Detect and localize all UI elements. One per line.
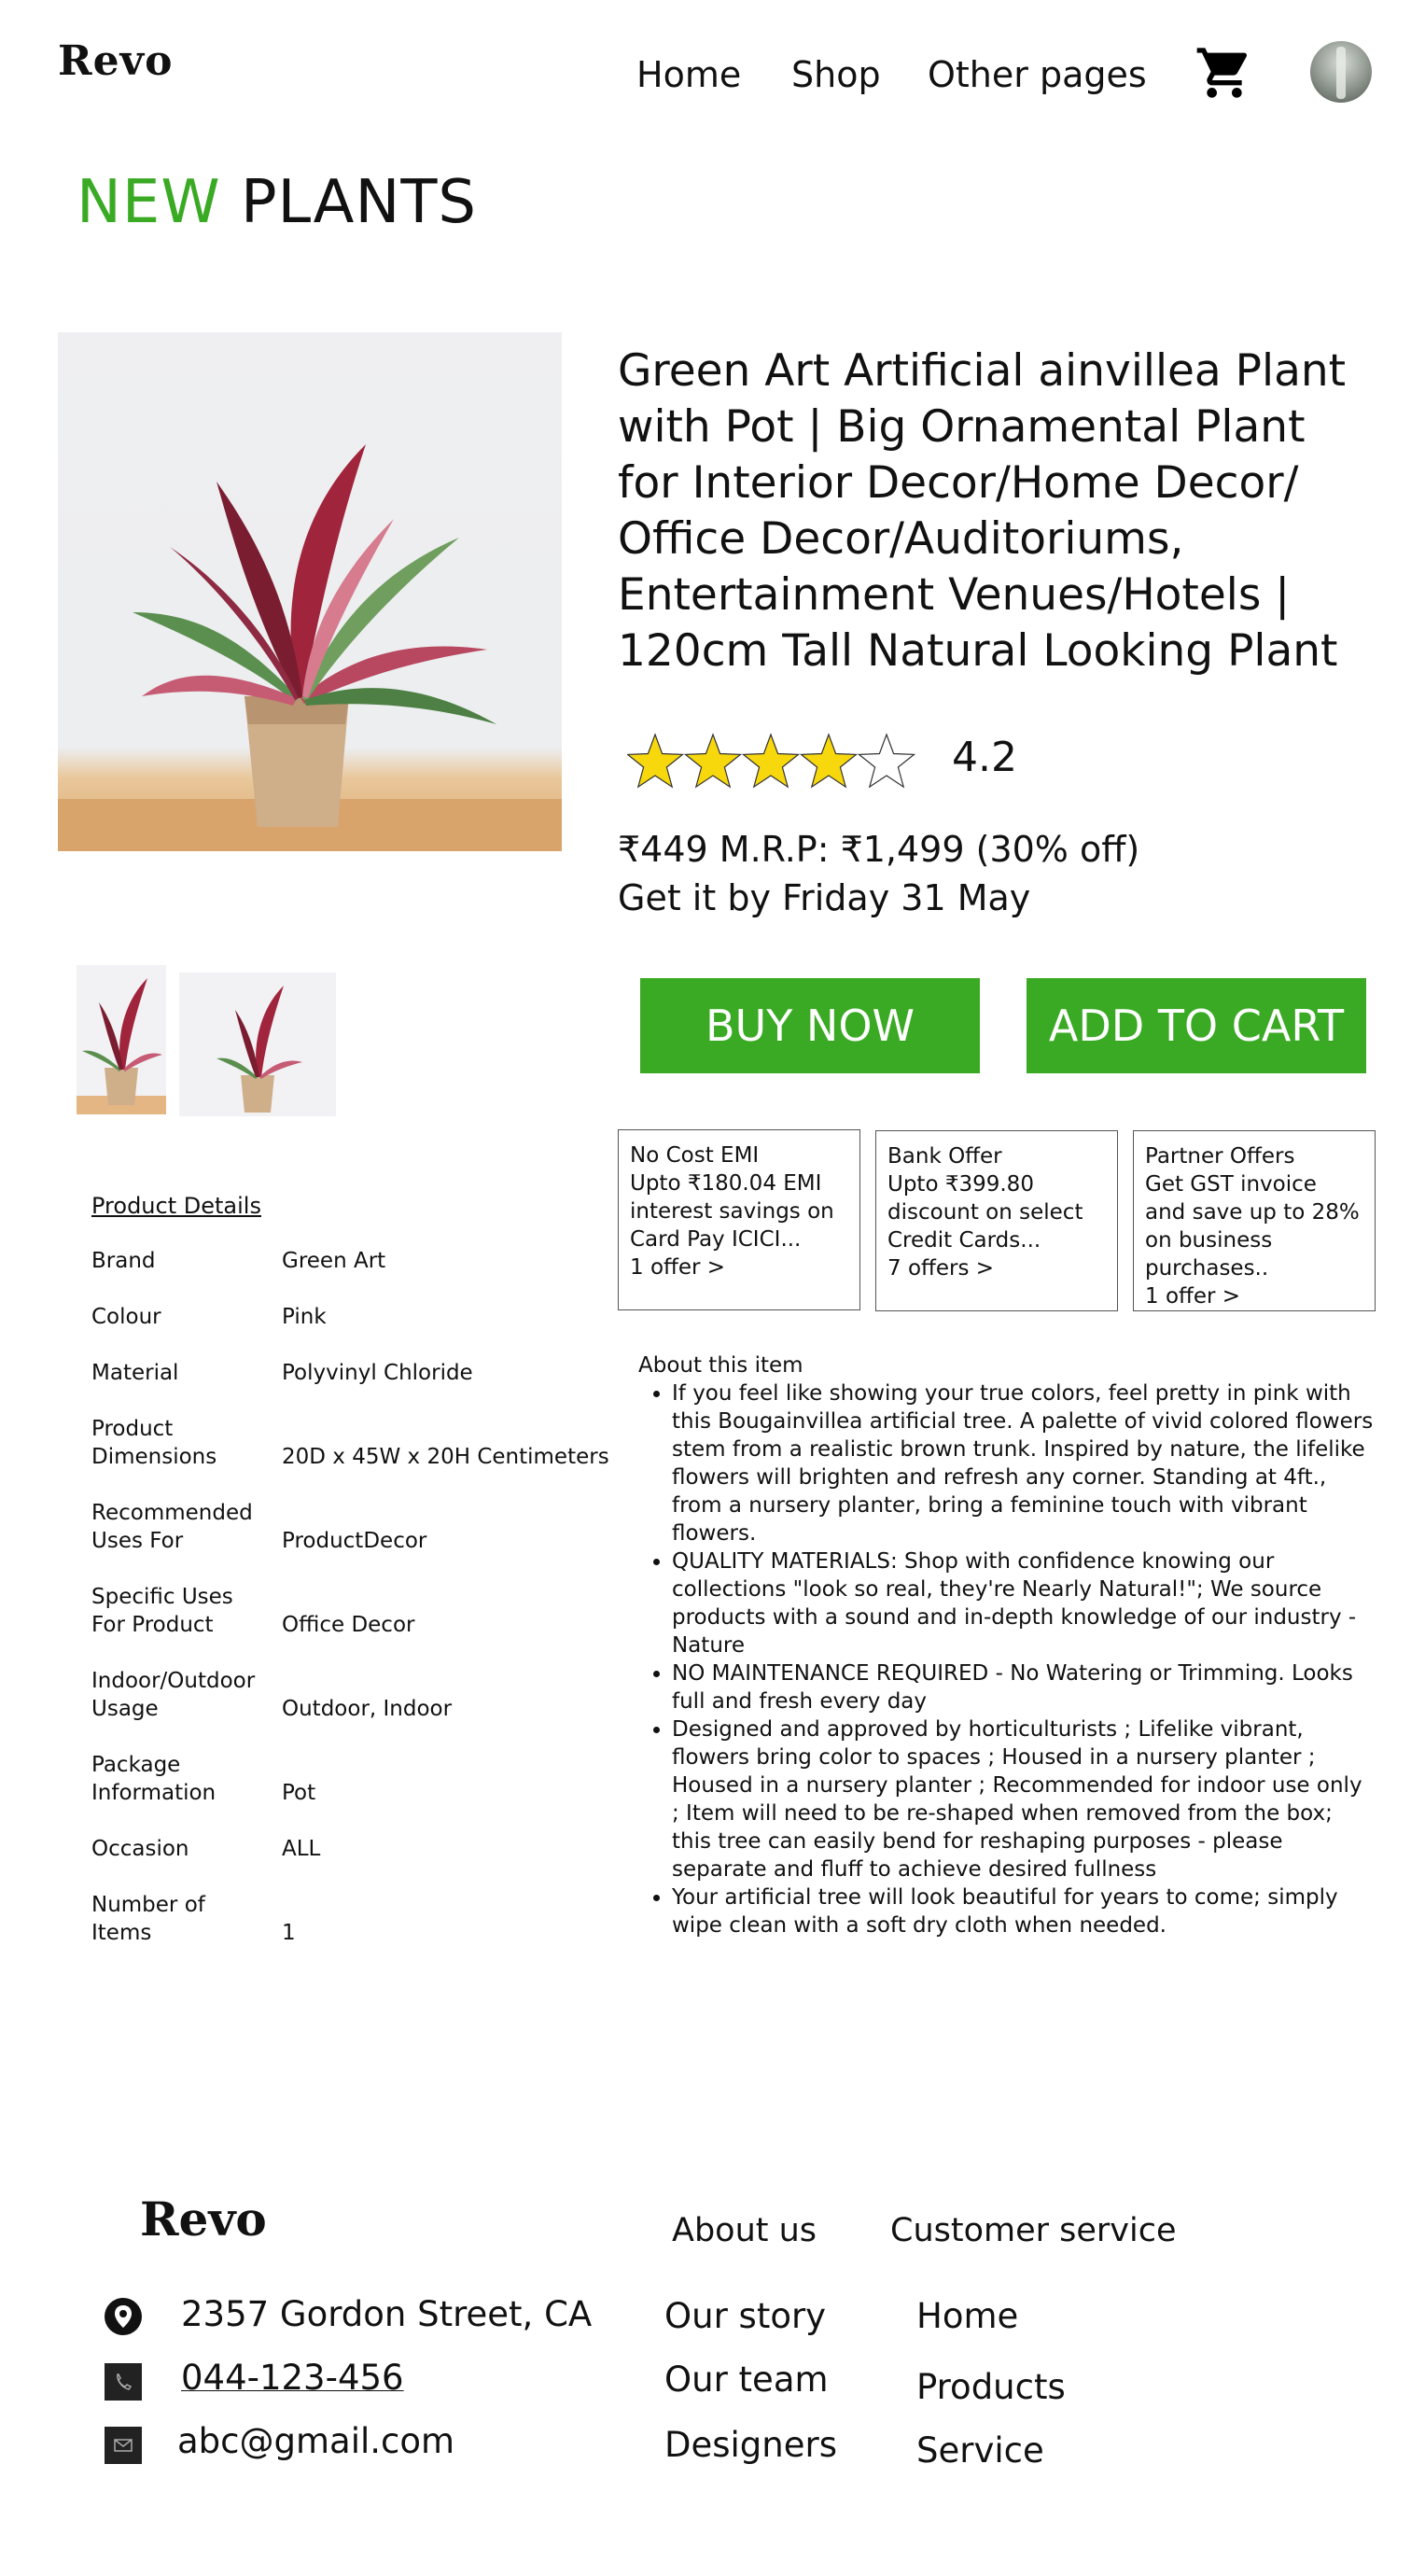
- product-detail-key: Brand: [91, 1249, 156, 1273]
- product-detail-row: Number of Items 1: [91, 1891, 614, 1947]
- footer-service-heading: Customer service: [890, 2212, 1177, 2249]
- offer-card-partner[interactable]: Partner Offers Get GST invoice and save …: [1133, 1130, 1376, 1311]
- product-detail-value: Pink: [282, 1305, 327, 1329]
- product-detail-value: Polyvinyl Chloride: [282, 1361, 473, 1385]
- star-empty-icon: [857, 733, 916, 789]
- offer-card-emi[interactable]: No Cost EMI Upto ₹180.04 EMI interest sa…: [618, 1129, 860, 1310]
- product-detail-key: Number of Items: [91, 1893, 205, 1945]
- thumbnail-plant-image: [217, 986, 302, 1113]
- delivery-date: Get it by Friday 31 May: [618, 877, 1031, 918]
- offer-body: Upto ₹399.80 discount on select Credit C…: [887, 1172, 1083, 1253]
- product-detail-row: Specific Uses For Product Office Decor: [91, 1583, 614, 1639]
- section-title-accent: NEW: [77, 168, 221, 237]
- product-details-title[interactable]: Product Details: [91, 1193, 261, 1219]
- product-main-image[interactable]: [58, 332, 562, 851]
- offer-body: Upto ₹180.04 EMI interest savings on Car…: [630, 1171, 834, 1252]
- product-detail-key: Occasion: [91, 1837, 189, 1861]
- rating-stars: [627, 733, 916, 789]
- footer-link-our-story[interactable]: Our story: [664, 2296, 826, 2336]
- about-title: About this item: [638, 1353, 803, 1378]
- product-detail-key: Indoor/Outdoor Usage: [91, 1669, 256, 1721]
- footer-link-service[interactable]: Service: [916, 2430, 1044, 2471]
- offer-link[interactable]: 7 offers >: [887, 1254, 1106, 1282]
- nav-other-pages[interactable]: Other pages: [928, 54, 1147, 95]
- product-detail-row: Material Polyvinyl Chloride: [91, 1359, 614, 1387]
- product-detail-value: Outdoor, Indoor: [282, 1697, 453, 1721]
- product-detail-key: Specific Uses For Product: [91, 1585, 233, 1637]
- product-title: Green Art Artificial ainvillea Plant wit…: [618, 345, 1347, 677]
- offer-title: No Cost EMI: [630, 1143, 760, 1168]
- product-detail-row: Colour Pink: [91, 1303, 614, 1331]
- product-detail-key: Product Dimensions: [91, 1417, 217, 1469]
- product-detail-key: Recommended Uses For: [91, 1501, 253, 1553]
- section-title: NEW PLANTS: [77, 168, 477, 237]
- add-to-cart-button[interactable]: ADD TO CART: [1027, 978, 1366, 1073]
- about-item: If you feel like showing your true color…: [672, 1379, 1376, 1547]
- star-filled-icon: [741, 733, 801, 789]
- footer-address: 2357 Gordon Street, CA: [181, 2294, 593, 2334]
- price-line: ₹449 M.R.P: ₹1,499 (30% off): [618, 829, 1140, 870]
- offer-title: Partner Offers: [1145, 1144, 1295, 1169]
- user-avatar[interactable]: [1310, 41, 1372, 103]
- product-detail-row: Brand Green Art: [91, 1247, 614, 1275]
- product-detail-row: Occasion ALL: [91, 1835, 614, 1863]
- product-detail-row: Recommended Uses For ProductDecor: [91, 1499, 614, 1555]
- product-detail-value: 20D x 45W x 20H Centimeters: [282, 1445, 609, 1469]
- location-pin-icon: [105, 2298, 142, 2335]
- footer-phone[interactable]: 044-123-456: [181, 2358, 404, 2398]
- product-thumbnail-2[interactable]: [179, 973, 336, 1116]
- product-detail-key: Package Information: [91, 1753, 217, 1805]
- about-item: NO MAINTENANCE REQUIRED - No Watering or…: [672, 1659, 1376, 1715]
- star-filled-icon: [683, 733, 743, 789]
- product-detail-row: Package Information Pot: [91, 1751, 614, 1807]
- offer-link[interactable]: 1 offer >: [1145, 1282, 1363, 1310]
- product-detail-value: ProductDecor: [282, 1529, 427, 1553]
- buy-now-button[interactable]: BUY NOW: [640, 978, 980, 1073]
- product-detail-value: Pot: [282, 1781, 316, 1805]
- product-detail-key: Material: [91, 1361, 179, 1385]
- offer-title: Bank Offer: [887, 1144, 1002, 1169]
- footer-link-our-team[interactable]: Our team: [664, 2359, 829, 2400]
- rating-value: 4.2: [952, 734, 1017, 781]
- section-title-text: PLANTS: [240, 168, 478, 237]
- product-detail-row: Indoor/Outdoor Usage Outdoor, Indoor: [91, 1667, 614, 1723]
- nav-home[interactable]: Home: [636, 54, 741, 95]
- phone-icon: [105, 2363, 142, 2401]
- about-this-item: About this item If you feel like showing…: [638, 1351, 1376, 1939]
- about-item: Designed and approved by horticulturists…: [672, 1715, 1376, 1883]
- about-item: QUALITY MATERIALS: Shop with confidence …: [672, 1547, 1376, 1659]
- offer-link[interactable]: 1 offer >: [630, 1253, 848, 1281]
- footer-link-designers[interactable]: Designers: [664, 2425, 837, 2465]
- product-detail-row: Product Dimensions 20D x 45W x 20H Centim…: [91, 1415, 614, 1471]
- footer-about-heading: About us: [672, 2212, 817, 2249]
- email-icon: [105, 2427, 142, 2464]
- star-filled-icon: [799, 733, 859, 789]
- about-item: Your artificial tree will look beautiful…: [672, 1883, 1376, 1939]
- nav-shop[interactable]: Shop: [791, 54, 881, 95]
- product-detail-value: ALL: [282, 1837, 321, 1861]
- shopping-cart-icon[interactable]: [1194, 43, 1254, 103]
- footer-link-products[interactable]: Products: [916, 2367, 1066, 2407]
- about-list: If you feel like showing your true color…: [638, 1379, 1376, 1939]
- product-detail-key: Colour: [91, 1305, 161, 1329]
- product-detail-value: Office Decor: [282, 1613, 415, 1637]
- star-filled-icon: [627, 733, 685, 789]
- footer-logo[interactable]: Revo: [140, 2191, 267, 2247]
- product-detail-value: Green Art: [282, 1249, 386, 1273]
- offer-card-bank[interactable]: Bank Offer Upto ₹399.80 discount on sele…: [875, 1130, 1118, 1311]
- offer-body: Get GST invoice and save up to 28% on bu…: [1145, 1172, 1360, 1281]
- plant-illustration: [58, 444, 562, 851]
- product-thumbnail-1[interactable]: [77, 965, 166, 1114]
- footer-email[interactable]: abc@gmail.com: [177, 2421, 454, 2461]
- site-logo[interactable]: Revo: [58, 37, 173, 85]
- product-detail-value: 1: [282, 1921, 296, 1945]
- footer-link-home[interactable]: Home: [916, 2296, 1018, 2336]
- thumbnail-plant-image: [77, 978, 166, 1114]
